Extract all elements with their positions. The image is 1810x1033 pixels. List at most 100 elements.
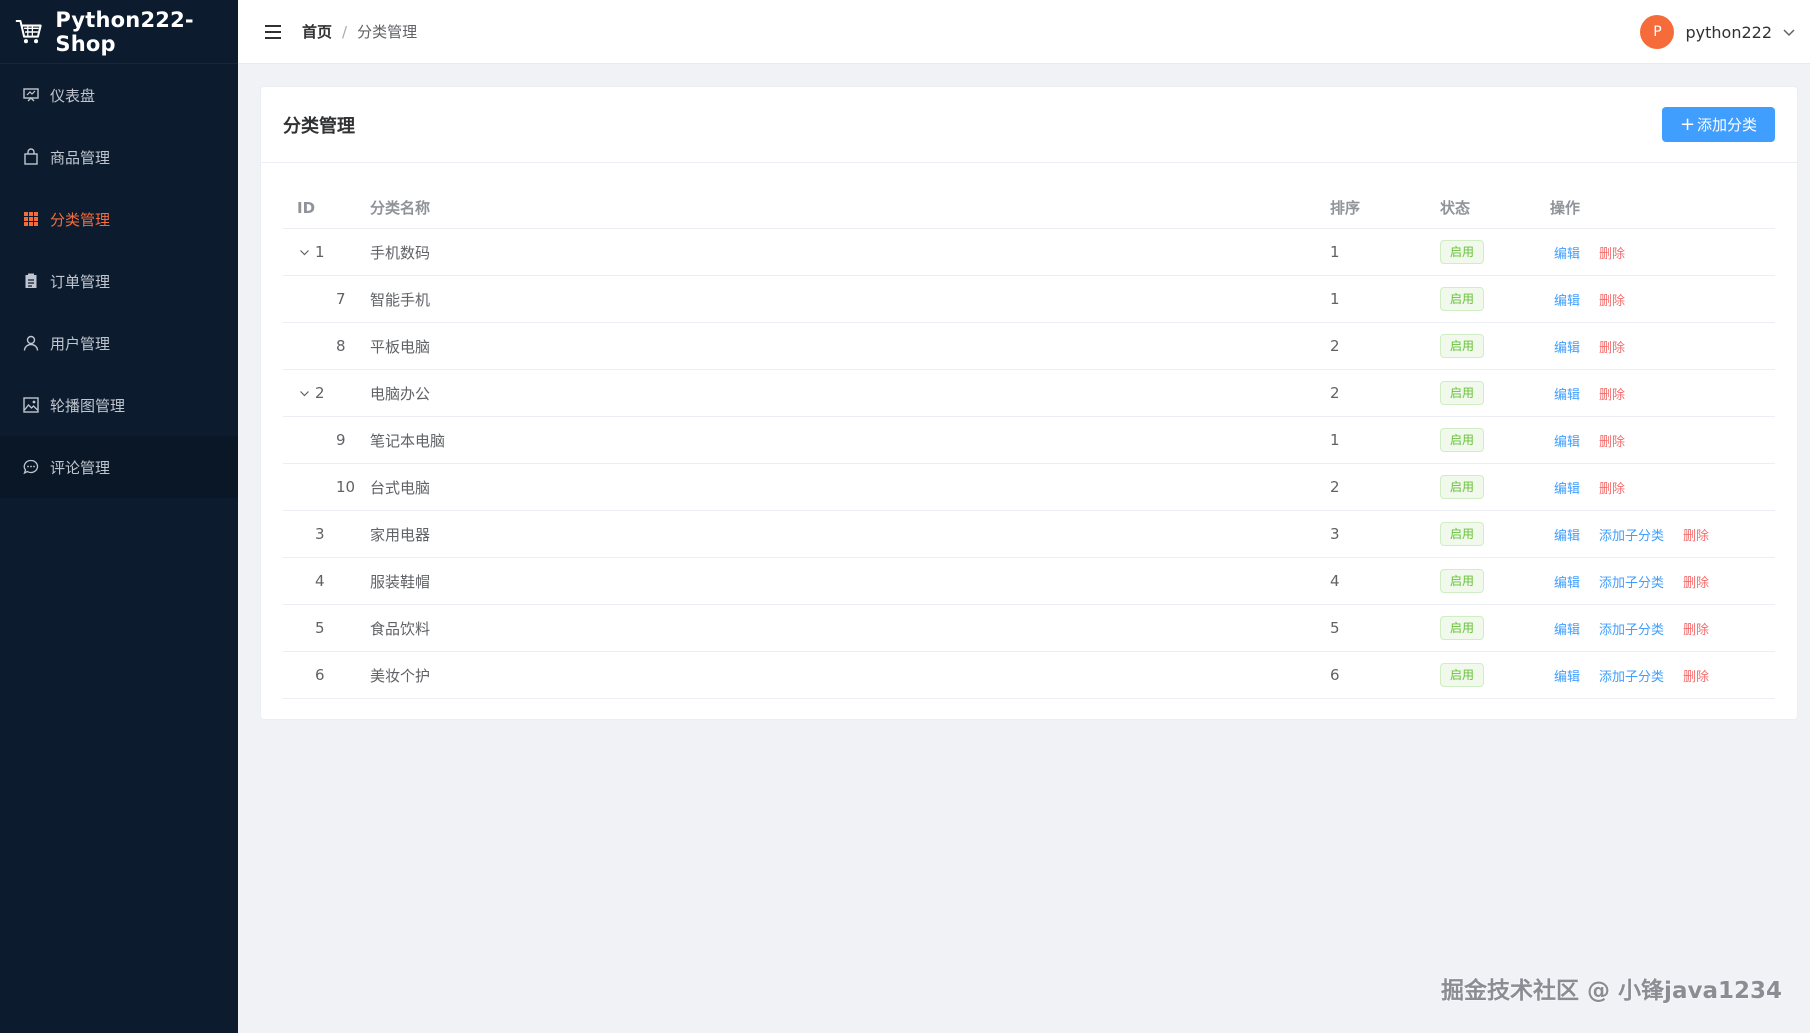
edit-button[interactable]: 编辑: [1554, 243, 1580, 262]
status-badge: 启用: [1440, 287, 1485, 311]
cell-id: 5: [283, 619, 370, 637]
category-table: ID 分类名称 排序 状态 操作 1 手机数码 1 启用 编辑 删除 7 智能手机 1 启用 编辑删…: [283, 187, 1775, 699]
cell-sort: 6: [1330, 666, 1340, 684]
column-header-id: ID: [297, 198, 316, 217]
cell-status: 启用: [1440, 381, 1550, 405]
cell-id: 9: [283, 431, 370, 449]
cell-sort: 3: [1330, 525, 1340, 543]
table-row: 7 智能手机 1 启用 编辑 删除: [283, 276, 1775, 323]
logo[interactable]: Python222-Shop: [0, 0, 238, 64]
edit-button[interactable]: 编辑: [1554, 290, 1580, 309]
delete-button[interactable]: 删除: [1683, 572, 1709, 591]
user-menu[interactable]: P python222: [1640, 0, 1796, 64]
delete-button[interactable]: 删除: [1599, 384, 1625, 403]
add-subcategory-button[interactable]: 添加子分类: [1599, 525, 1664, 544]
cell-status: 启用: [1440, 616, 1550, 640]
cell-ops: 编辑 添加子分类 删除: [1550, 666, 1775, 685]
delete-button[interactable]: 删除: [1599, 243, 1625, 262]
sidebar-item-products[interactable]: 商品管理: [0, 126, 238, 188]
column-header-sort: 排序: [1330, 199, 1361, 217]
cell-sort: 1: [1330, 431, 1340, 449]
page-title: 分类管理: [283, 115, 355, 137]
edit-button[interactable]: 编辑: [1554, 572, 1580, 591]
delete-button[interactable]: 删除: [1683, 525, 1709, 544]
add-subcategory-button[interactable]: 添加子分类: [1599, 572, 1664, 591]
dashboard-icon: [22, 86, 40, 104]
status-badge: 启用: [1440, 569, 1485, 593]
sidebar-item-dashboard[interactable]: 仪表盘: [0, 64, 238, 126]
table-row: 4 服装鞋帽 4 启用 编辑 添加子分类 删除: [283, 558, 1775, 605]
delete-button[interactable]: 删除: [1683, 666, 1709, 685]
cell-ops: 编辑 添加子分类 删除: [1550, 619, 1775, 638]
chevron-down-icon[interactable]: [1782, 25, 1796, 39]
cell-id: 7: [283, 290, 370, 308]
shopping-cart-icon: [15, 19, 42, 43]
cell-sort: 2: [1330, 384, 1340, 402]
edit-button[interactable]: 编辑: [1554, 525, 1580, 544]
cell-status: 启用: [1440, 663, 1550, 687]
cell-sort: 1: [1330, 243, 1340, 261]
cell-ops: 编辑 删除: [1550, 290, 1775, 309]
avatar[interactable]: P: [1640, 15, 1675, 49]
watermark: 掘金技术社区 @ 小锋java1234: [1441, 978, 1782, 1004]
delete-button[interactable]: 删除: [1683, 619, 1709, 638]
breadcrumb: 首页 / 分类管理: [302, 21, 417, 42]
username[interactable]: python222: [1685, 23, 1772, 42]
table-row: 9 笔记本电脑 1 启用 编辑 删除: [283, 417, 1775, 464]
status-badge: 启用: [1440, 522, 1485, 546]
user-icon: [22, 334, 40, 352]
sidebar-item-users[interactable]: 用户管理: [0, 312, 238, 374]
cell-sort: 4: [1330, 572, 1340, 590]
top-header: 首页 / 分类管理 P python222: [238, 0, 1810, 64]
table-body: 1 手机数码 1 启用 编辑 删除 7 智能手机 1 启用 编辑 删除 8 平板电脑 2 启用 编辑 删除 2 电脑办…: [283, 229, 1775, 699]
sidebar-item-label: 仪表盘: [50, 86, 96, 105]
cell-id-text: 7: [336, 290, 346, 308]
edit-button[interactable]: 编辑: [1554, 619, 1580, 638]
edit-button[interactable]: 编辑: [1554, 478, 1580, 497]
sidebar-item-label: 订单管理: [50, 272, 111, 291]
sidebar-item-banners[interactable]: 轮播图管理: [0, 374, 238, 436]
edit-button[interactable]: 编辑: [1554, 666, 1580, 685]
cell-name: 平板电脑: [370, 337, 431, 356]
delete-button[interactable]: 删除: [1599, 290, 1625, 309]
expand-chevron-icon[interactable]: [297, 247, 311, 258]
add-category-button[interactable]: + 添加分类: [1662, 107, 1775, 142]
table-header: ID 分类名称 排序 状态 操作: [283, 187, 1775, 229]
menu-toggle-icon[interactable]: [262, 21, 284, 43]
sidebar-item-label: 用户管理: [50, 334, 111, 353]
edit-button[interactable]: 编辑: [1554, 384, 1580, 403]
cell-name: 台式电脑: [370, 478, 431, 497]
sidebar-item-categories[interactable]: 分类管理: [0, 188, 238, 250]
cell-status: 启用: [1440, 334, 1550, 358]
delete-button[interactable]: 删除: [1599, 337, 1625, 356]
add-subcategory-button[interactable]: 添加子分类: [1599, 666, 1664, 685]
sidebar-item-comments[interactable]: 评论管理: [0, 436, 238, 498]
status-badge: 启用: [1440, 475, 1485, 499]
shopping-bag-icon: [22, 148, 40, 166]
card-header: 分类管理 + 添加分类: [261, 87, 1797, 163]
cell-ops: 编辑 删除: [1550, 478, 1775, 497]
cell-name: 美妆个护: [370, 666, 431, 685]
picture-icon: [22, 396, 40, 414]
cell-sort: 5: [1330, 619, 1340, 637]
status-badge: 启用: [1440, 240, 1485, 264]
cell-sort: 2: [1330, 337, 1340, 355]
delete-button[interactable]: 删除: [1599, 431, 1625, 450]
sidebar-item-orders[interactable]: 订单管理: [0, 250, 238, 312]
status-badge: 启用: [1440, 381, 1485, 405]
sidebar-item-label: 商品管理: [50, 148, 111, 167]
cell-name: 食品饮料: [370, 619, 431, 638]
delete-button[interactable]: 删除: [1599, 478, 1625, 497]
edit-button[interactable]: 编辑: [1554, 337, 1580, 356]
cell-sort: 1: [1330, 290, 1340, 308]
sidebar-item-label: 轮播图管理: [50, 396, 126, 415]
table-row: 8 平板电脑 2 启用 编辑 删除: [283, 323, 1775, 370]
add-subcategory-button[interactable]: 添加子分类: [1599, 619, 1664, 638]
breadcrumb-home[interactable]: 首页: [302, 21, 332, 42]
edit-button[interactable]: 编辑: [1554, 431, 1580, 450]
cell-ops: 编辑 删除: [1550, 243, 1775, 262]
expand-chevron-icon[interactable]: [297, 388, 311, 399]
cell-id-text: 8: [336, 337, 346, 355]
cell-id: 3: [283, 525, 370, 543]
cell-sort: 2: [1330, 478, 1340, 496]
